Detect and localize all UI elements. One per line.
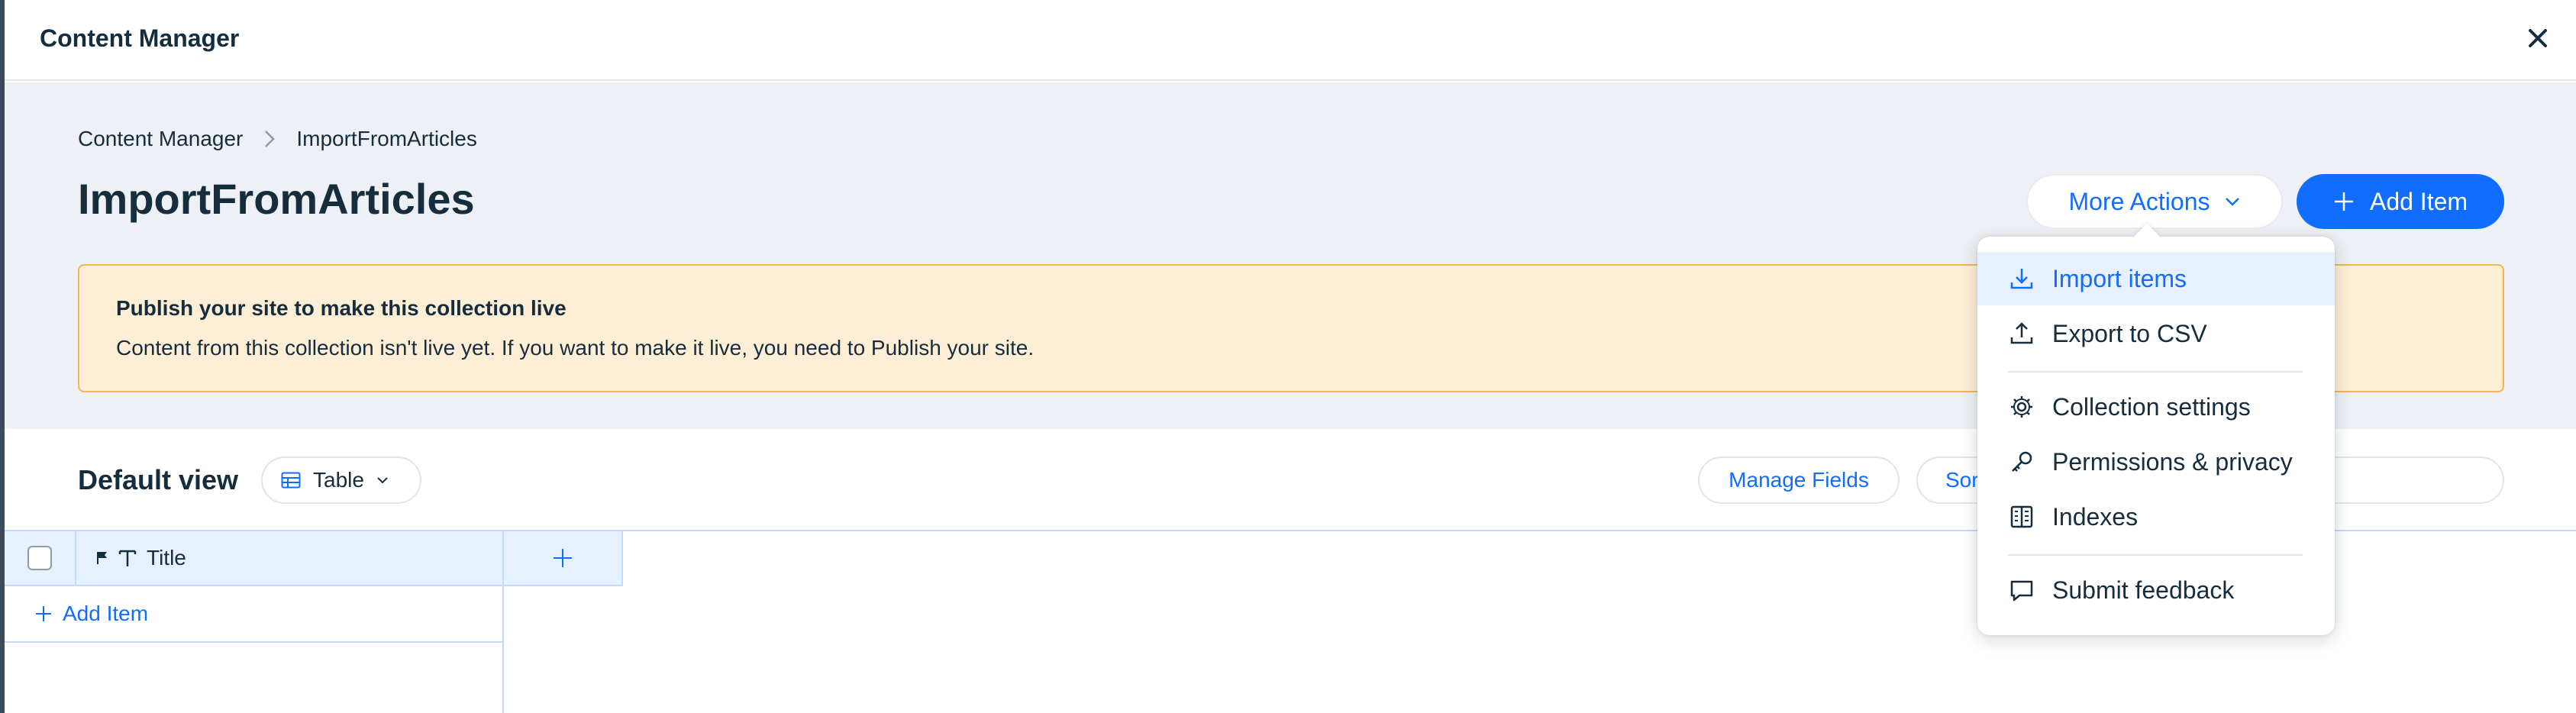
notice-title: Publish your site to make this collectio… [116, 296, 567, 320]
breadcrumb-current: ImportFromArticles [296, 127, 477, 150]
menu-item-collection-settings[interactable]: Collection settings [1977, 380, 2335, 434]
table-icon [281, 472, 301, 489]
chat-icon [2008, 576, 2035, 604]
menu-item-submit-feedback[interactable]: Submit feedback [1977, 563, 2335, 617]
menu-item-permissions-privacy[interactable]: Permissions & privacy [1977, 435, 2335, 489]
menu-item-indexes[interactable]: Indexes [1977, 490, 2335, 544]
more-actions-dropdown: Import items Export to CSV Collection se… [1977, 224, 2335, 635]
text-type-icon [118, 550, 137, 566]
plus-icon [2334, 192, 2353, 211]
menu-item-label: Permissions & privacy [2052, 447, 2293, 476]
menu-item-import-items[interactable]: Import items [1977, 252, 2335, 305]
modal-header: Content Manager [5, 0, 2576, 81]
chevron-right-icon [264, 130, 276, 148]
manage-fields-button[interactable]: Manage Fields [1698, 457, 1900, 504]
content-manager-modal: Content Manager Content Manager ImportFr… [5, 0, 2576, 713]
menu-divider [2008, 554, 2303, 556]
view-title: Default view [78, 464, 239, 495]
more-actions-button[interactable]: More Actions [2026, 174, 2283, 229]
column-header-title[interactable]: Title [76, 531, 504, 586]
upload-icon [2008, 320, 2035, 347]
close-icon [2529, 29, 2547, 47]
column-title-label: Title [147, 546, 186, 569]
add-item-label: Add Item [2369, 187, 2468, 215]
modal-title: Content Manager [40, 24, 240, 52]
menu-item-label: Export to CSV [2052, 319, 2207, 347]
column-divider [502, 643, 504, 713]
menu-item-export-csv[interactable]: Export to CSV [1977, 307, 2335, 360]
menu-divider [2008, 371, 2303, 373]
plus-icon [554, 549, 572, 567]
menu-item-label: Indexes [2052, 502, 2139, 531]
indexes-icon [2008, 503, 2035, 531]
flag-icon [97, 552, 107, 564]
add-column-button[interactable] [504, 531, 623, 586]
chevron-down-icon [377, 477, 388, 484]
view-type-select[interactable]: Table [261, 457, 421, 504]
download-icon [2008, 265, 2035, 292]
breadcrumb: Content Manager ImportFromArticles [78, 127, 477, 151]
menu-item-label: Collection settings [2052, 392, 2251, 421]
select-all-cell [5, 531, 76, 586]
notice-body: Content from this collection isn't live … [116, 336, 1035, 360]
select-all-checkbox[interactable] [27, 546, 52, 570]
close-button[interactable] [2523, 23, 2553, 53]
chevron-down-icon [2226, 198, 2240, 206]
add-item-button[interactable]: Add Item [2297, 174, 2504, 229]
menu-item-label: Submit feedback [2052, 576, 2235, 604]
add-item-row-label: Add Item [63, 602, 149, 625]
breadcrumb-root-link[interactable]: Content Manager [78, 127, 243, 151]
view-type-label: Table [313, 468, 364, 492]
add-item-row-button[interactable]: Add Item [5, 586, 504, 643]
gear-icon [2008, 393, 2035, 421]
menu-item-label: Import items [2052, 264, 2187, 292]
page-title: ImportFromArticles [78, 175, 475, 223]
table-header-row: Title [5, 531, 623, 586]
more-actions-label: More Actions [2068, 187, 2210, 215]
manage-fields-label: Manage Fields [1729, 468, 1869, 492]
key-icon [2008, 448, 2035, 476]
plus-icon [36, 606, 51, 621]
